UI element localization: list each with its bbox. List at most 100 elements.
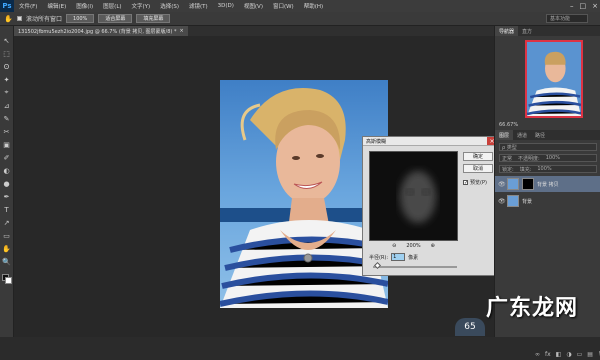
layer-row-background[interactable]: 👁 背景 [495,193,600,209]
cancel-button[interactable]: 取消 [463,164,493,173]
layer-thumbnail [507,195,519,207]
preview-label: 预览(P) [470,180,487,186]
document-tab-title: 131502jfbmu5ezh2io2004.jpg @ 66.7% (背景 拷… [18,28,177,35]
preview-image [400,171,436,223]
zoom-level: 200% [406,243,421,249]
layer-mask-thumbnail[interactable] [522,178,534,190]
blend-row: 正常 不透明度: 100% [499,154,597,162]
scroll-all-checkbox[interactable] [17,16,22,21]
zoom-tool-icon[interactable]: 🔍 [2,257,11,266]
fill-screen-button[interactable]: 填充屏幕 [136,14,171,23]
layer-name: 背景 [522,198,533,205]
hand-tool-icon[interactable]: ✋ [4,14,13,23]
close-button[interactable]: × [592,2,598,10]
performance-badge: 65 [455,318,485,336]
lock-row: 锁定: 填充: 100% [499,165,597,173]
radius-row: 半径(R): 1 像素 [369,253,418,261]
healing-brush-icon[interactable]: ✎ [2,114,11,123]
visibility-eye-icon[interactable]: 👁 [498,181,506,188]
background-color[interactable] [4,277,12,284]
tab-navigator[interactable]: 导航器 [495,26,519,36]
menu-type[interactable]: 文字(Y) [127,2,156,10]
radius-unit: 像素 [408,254,419,261]
menu-view[interactable]: 视图(V) [239,2,268,10]
hand-tool-icon[interactable]: ✋ [2,244,11,253]
new-group-icon[interactable]: ▭ [577,351,583,358]
fit-screen-button[interactable]: 适合屏幕 [98,14,133,23]
eraser-icon[interactable]: ◐ [2,166,11,175]
dialog-title: 高斯模糊 [366,138,387,145]
stamp-tool-icon[interactable]: ▣ [2,140,11,149]
opacity-label: 不透明度: [518,155,540,162]
tools-panel: ↖ ⬚ ʘ ✦ ⌖ ⊿ ✎ ✂ ▣ ✐ ◐ ● ✒ T ↗ ▭ ✋ 🔍 [0,26,14,337]
menu-window[interactable]: 窗口(W) [268,2,299,10]
layers-header: 图层 通道 路径 [495,130,600,140]
blur-preview[interactable] [369,151,458,241]
layer-name: 背景 拷贝 [537,181,559,188]
type-tool-icon[interactable]: T [2,205,11,214]
radius-input[interactable]: 1 [391,253,406,261]
add-mask-icon[interactable]: ◧ [556,351,562,358]
radius-label: 半径(R): [369,254,389,261]
menu-file[interactable]: 文件(F) [14,2,42,10]
marquee-tool-icon[interactable]: ⬚ [2,49,11,58]
menu-select[interactable]: 选择(S) [155,2,184,10]
path-select-icon[interactable]: ↗ [2,218,11,227]
menu-edit[interactable]: 编辑(E) [42,2,71,10]
blend-mode-select[interactable]: 正常 [502,155,512,162]
layer-thumbnail [507,178,519,190]
preview-option[interactable]: ✓ 预览(P) [463,179,487,186]
menu-filter[interactable]: 滤镜(T) [184,2,213,10]
close-tab-icon[interactable]: × [179,28,183,34]
photoshop-logo: Ps [0,0,14,12]
visibility-eye-icon[interactable]: 👁 [498,198,506,205]
crop-tool-icon[interactable]: ⌖ [2,88,11,97]
link-layers-icon[interactable]: ∞ [535,351,540,358]
move-tool-icon[interactable]: ↖ [2,36,11,45]
new-layer-icon[interactable]: ▤ [587,351,593,358]
menu-bar: Ps 文件(F) 编辑(E) 图像(I) 图层(L) 文字(Y) 选择(S) 滤… [0,0,600,12]
dialog-titlebar: 高斯模糊 × [363,137,497,146]
navigator-thumbnail[interactable] [525,40,583,118]
brush-tool-icon[interactable]: ✂ [2,127,11,136]
radius-slider[interactable] [373,266,457,268]
opacity-value[interactable]: 100% [546,155,560,161]
zoom-out-icon[interactable]: ⊖ [392,243,396,249]
maximize-button[interactable]: □ [580,2,587,10]
lasso-tool-icon[interactable]: ʘ [2,62,11,71]
menu-3d[interactable]: 3D(D) [213,3,239,9]
history-brush-icon[interactable]: ✐ [2,153,11,162]
layer-style-icon[interactable]: fx [545,351,551,358]
navigator-zoom[interactable]: 66.67% [499,122,518,128]
tab-channels[interactable]: 通道 [513,130,531,140]
navigator-header: 导航器 直方 [495,26,600,36]
eyedropper-icon[interactable]: ⊿ [2,101,11,110]
document-tab[interactable]: 131502jfbmu5ezh2io2004.jpg @ 66.7% (背景 拷… [14,26,188,36]
workspace-select[interactable]: 基本功能 [546,14,588,23]
preview-checkbox[interactable]: ✓ [463,180,468,186]
zoom-in-icon[interactable]: ⊕ [431,243,435,249]
ok-button[interactable]: 确定 [463,152,493,161]
watermark-text: 广东龙网 [486,296,579,321]
menu-image[interactable]: 图像(I) [71,2,98,10]
layer-filter-label: ρ 类型 [502,144,517,151]
fill-value[interactable]: 100% [537,166,551,172]
layer-filter[interactable]: ρ 类型 [499,143,597,151]
pen-tool-icon[interactable]: ✒ [2,192,11,201]
fill-label: 填充: [519,166,532,173]
tab-layers[interactable]: 图层 [495,130,514,140]
layer-row-copy[interactable]: 👁 背景 拷贝 [495,176,600,192]
layers-footer: ∞ fx ◧ ◑ ▭ ▤ 🗑 [495,348,600,360]
options-bar: ✋ 滚动所有窗口 100% 适合屏幕 填充屏幕 [0,12,600,26]
tab-paths[interactable]: 路径 [531,130,549,140]
tab-histogram[interactable]: 直方 [518,26,536,36]
menu-layer[interactable]: 图层(L) [98,2,126,10]
minimize-button[interactable]: – [570,2,574,10]
adjustment-layer-icon[interactable]: ◑ [566,351,571,358]
magic-wand-icon[interactable]: ✦ [2,75,11,84]
menu-help[interactable]: 帮助(H) [299,2,328,10]
gradient-tool-icon[interactable]: ● [2,179,11,188]
color-swatches[interactable] [1,274,12,284]
zoom-100-button[interactable]: 100% [66,14,95,23]
shape-tool-icon[interactable]: ▭ [2,231,11,240]
